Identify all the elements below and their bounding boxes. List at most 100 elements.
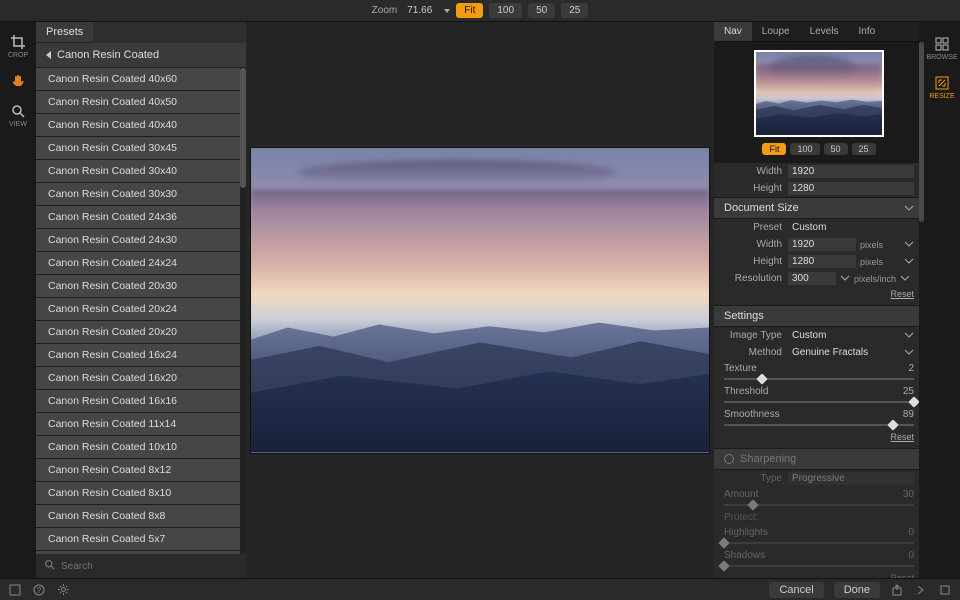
zoom-50-button[interactable]: 50	[528, 3, 555, 18]
sharpening-header[interactable]: Sharpening	[714, 448, 924, 470]
shadows-slider: Shadows0	[714, 548, 924, 571]
doc-height-value[interactable]: 1280	[788, 255, 856, 268]
settings-reset[interactable]: Reset	[714, 430, 924, 448]
done-button[interactable]: Done	[834, 582, 880, 598]
preset-item[interactable]: Canon Resin Coated 40x50	[36, 91, 246, 114]
texture-slider[interactable]: Texture2	[714, 361, 924, 384]
hand-tool[interactable]	[10, 73, 26, 89]
chevron-left-icon	[46, 51, 51, 59]
nav-zoom-100[interactable]: 100	[790, 143, 819, 155]
nav-zoom-25[interactable]: 25	[852, 143, 876, 155]
doc-size-reset[interactable]: Reset	[714, 287, 924, 305]
next-icon[interactable]	[914, 583, 928, 597]
nav-zoom-fit[interactable]: Fit	[762, 143, 786, 155]
preset-item[interactable]: Canon Resin Coated 24x36	[36, 206, 246, 229]
navigator-thumbnail[interactable]	[754, 50, 884, 137]
crop-icon	[10, 34, 26, 50]
tab-nav[interactable]: Nav	[714, 22, 752, 41]
chevron-down-icon[interactable]	[444, 9, 450, 13]
gear-icon[interactable]	[56, 583, 70, 597]
preset-item[interactable]: Canon Resin Coated 40x60	[36, 68, 246, 91]
crop-tool[interactable]: CROP	[8, 34, 28, 59]
tab-info[interactable]: Info	[849, 22, 886, 41]
preset-item[interactable]: Canon Resin Coated 20x20	[36, 321, 246, 344]
method-row[interactable]: Method Genuine Fractals	[714, 344, 924, 361]
preset-item[interactable]: Canon Resin Coated 16x24	[36, 344, 246, 367]
share-icon[interactable]	[890, 583, 904, 597]
chevron-down-icon[interactable]	[904, 256, 914, 267]
preset-item[interactable]: Canon Resin Coated 8x8	[36, 505, 246, 528]
zoom-value[interactable]: 71.66	[403, 5, 436, 16]
highlights-value: 0	[908, 527, 914, 538]
chevron-down-icon[interactable]	[904, 239, 914, 250]
view-tool[interactable]: VIEW	[9, 103, 27, 128]
height-value[interactable]: 1280	[788, 182, 914, 195]
right-panel-scrollbar[interactable]	[919, 22, 924, 578]
preset-item[interactable]: Canon Resin Coated 11x14	[36, 413, 246, 436]
zoom-fit-button[interactable]: Fit	[456, 3, 483, 18]
preset-item[interactable]: Canon Resin Coated 24x30	[36, 229, 246, 252]
document-size-title: Document Size	[724, 202, 799, 214]
preset-item[interactable]: Canon Resin Coated 5x7	[36, 528, 246, 551]
preset-item[interactable]: Canon Resin Coated 30x40	[36, 160, 246, 183]
chevron-down-icon[interactable]	[900, 273, 910, 284]
chevron-down-icon	[904, 202, 914, 214]
preset-item[interactable]: Canon Resin Coated 16x20	[36, 367, 246, 390]
preset-group-header[interactable]: Canon Resin Coated	[36, 43, 246, 68]
doc-width-unit[interactable]: pixels	[860, 240, 900, 250]
cancel-button[interactable]: Cancel	[769, 582, 823, 598]
preset-item[interactable]: Canon Resin Coated 30x45	[36, 137, 246, 160]
search-input[interactable]	[61, 561, 238, 572]
toggle-ring-icon[interactable]	[724, 454, 734, 464]
left-tool-rail: CROP VIEW	[0, 22, 36, 578]
doc-res-unit[interactable]: pixels/inch	[854, 274, 896, 284]
settings-header[interactable]: Settings	[714, 305, 924, 327]
threshold-slider[interactable]: Threshold25	[714, 384, 924, 407]
doc-preset-row[interactable]: Preset Custom	[714, 219, 924, 236]
canvas-area[interactable]	[246, 22, 714, 578]
tab-levels[interactable]: Levels	[800, 22, 849, 41]
pixel-height-row: Height 1280	[714, 180, 924, 197]
doc-res-value[interactable]: 300	[788, 272, 836, 285]
navigator-zoom-row: Fit 100 50 25	[762, 143, 875, 155]
preset-item[interactable]: Canon Resin Coated 30x30	[36, 183, 246, 206]
preset-item[interactable]: Canon Resin Coated 8x10	[36, 482, 246, 505]
doc-resolution-row: Resolution 300 pixels/inch	[714, 270, 924, 287]
resize-tool[interactable]: RESIZE	[929, 75, 954, 100]
nav-zoom-50[interactable]: 50	[824, 143, 848, 155]
box-icon[interactable]	[938, 583, 952, 597]
chevron-down-icon[interactable]	[904, 347, 914, 358]
help-icon[interactable]: ?	[32, 583, 46, 597]
preset-item[interactable]: Canon Resin Coated 4x6	[36, 551, 246, 554]
preset-item[interactable]: Canon Resin Coated 16x16	[36, 390, 246, 413]
zoom-25-button[interactable]: 25	[561, 3, 588, 18]
tab-loupe[interactable]: Loupe	[752, 22, 800, 41]
crop-label: CROP	[8, 52, 28, 59]
doc-height-unit[interactable]: pixels	[860, 257, 900, 267]
presets-tab[interactable]: Presets	[36, 22, 93, 43]
image-type-row[interactable]: Image Type Custom	[714, 327, 924, 344]
browse-tool[interactable]: BROWSE	[926, 36, 957, 61]
height-label: Height	[724, 183, 782, 194]
document-size-header[interactable]: Document Size	[714, 197, 924, 219]
right-panel-scroll-thumb[interactable]	[919, 42, 924, 222]
zoom-100-button[interactable]: 100	[489, 3, 522, 18]
preset-search[interactable]	[36, 554, 246, 578]
width-value[interactable]: 1920	[788, 165, 914, 178]
window-icon[interactable]	[8, 583, 22, 597]
doc-width-value[interactable]: 1920	[788, 238, 856, 251]
preset-item[interactable]: Canon Resin Coated 10x10	[36, 436, 246, 459]
sharpen-type-row: Type Progressive	[714, 470, 924, 487]
preset-item[interactable]: Canon Resin Coated 40x40	[36, 114, 246, 137]
chevron-down-icon[interactable]	[840, 273, 850, 284]
doc-width-row: Width 1920 pixels	[714, 236, 924, 253]
preset-item[interactable]: Canon Resin Coated 24x24	[36, 252, 246, 275]
right-panel-tabs: Nav Loupe Levels Info	[714, 22, 924, 42]
protect-label: Protect:	[714, 510, 924, 525]
preset-item[interactable]: Canon Resin Coated 8x12	[36, 459, 246, 482]
preset-item[interactable]: Canon Resin Coated 20x30	[36, 275, 246, 298]
smoothness-value: 89	[903, 409, 914, 420]
preset-item[interactable]: Canon Resin Coated 20x24	[36, 298, 246, 321]
chevron-down-icon[interactable]	[904, 330, 914, 341]
smoothness-slider[interactable]: Smoothness89	[714, 407, 924, 430]
